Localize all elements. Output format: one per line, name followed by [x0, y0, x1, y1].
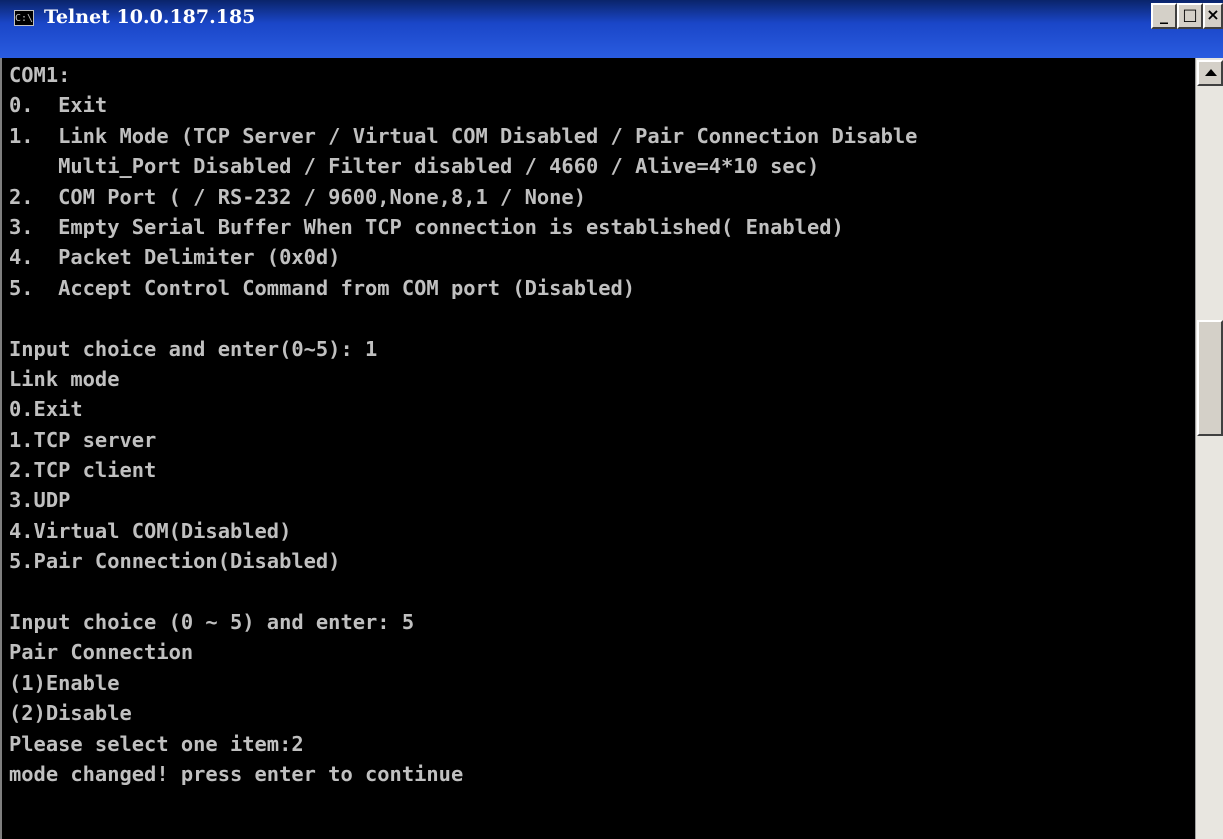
maximize-button[interactable]: □ — [1177, 3, 1203, 29]
window-title: Telnet 10.0.187.185 — [44, 6, 256, 28]
console-line: (2)Disable — [9, 701, 132, 726]
console-line: Input choice (0 ~ 5) and enter: 5 — [9, 610, 415, 635]
console-output[interactable]: COM1: 0. Exit 1. Link Mode (TCP Server /… — [0, 58, 1195, 839]
console-line: COM1: — [9, 63, 71, 87]
console-line: (1)Enable — [9, 670, 120, 695]
console-line: 3.UDP — [9, 488, 71, 513]
console-line: 1. Link Mode (TCP Server / Virtual COM D… — [9, 123, 918, 148]
console-line: Link mode — [9, 366, 120, 391]
console-line: mode changed! press enter to continue — [9, 761, 464, 786]
title-bar[interactable]: C:\ Telnet 10.0.187.185 _ □ × — [0, 0, 1223, 58]
minimize-button[interactable]: _ — [1151, 3, 1177, 29]
vertical-scrollbar[interactable] — [1195, 58, 1223, 839]
console-line: 5.Pair Connection(Disabled) — [9, 549, 341, 574]
console-line: 4.Virtual COM(Disabled) — [9, 518, 292, 543]
console-line: Input choice and enter(0~5): 1 — [9, 336, 378, 361]
console-line: 2.TCP client — [9, 458, 157, 483]
up-arrow-icon — [1205, 69, 1217, 76]
scroll-up-button[interactable] — [1197, 60, 1223, 86]
console-icon[interactable]: C:\ — [14, 10, 34, 26]
close-button[interactable]: × — [1203, 3, 1223, 29]
console-line: 0. Exit — [9, 93, 108, 118]
console-line: 2. COM Port ( / RS-232 / 9600,None,8,1 /… — [9, 184, 586, 209]
console-line: 0.Exit — [9, 397, 83, 422]
console-line: 5. Accept Control Command from COM port … — [9, 275, 636, 300]
console-line: 1.TCP server — [9, 427, 157, 452]
console-line: Pair Connection — [9, 640, 194, 665]
console-line: 4. Packet Delimiter (0x0d) — [9, 245, 341, 270]
telnet-window: C:\ Telnet 10.0.187.185 _ □ × COM1: 0. E… — [0, 0, 1223, 839]
console-line: Multi_Port Disabled / Filter disabled / … — [9, 154, 820, 179]
console-line: 3. Empty Serial Buffer When TCP connecti… — [9, 214, 844, 239]
scroll-thumb[interactable] — [1197, 320, 1223, 436]
console-line: Please select one item:2 — [9, 731, 304, 756]
